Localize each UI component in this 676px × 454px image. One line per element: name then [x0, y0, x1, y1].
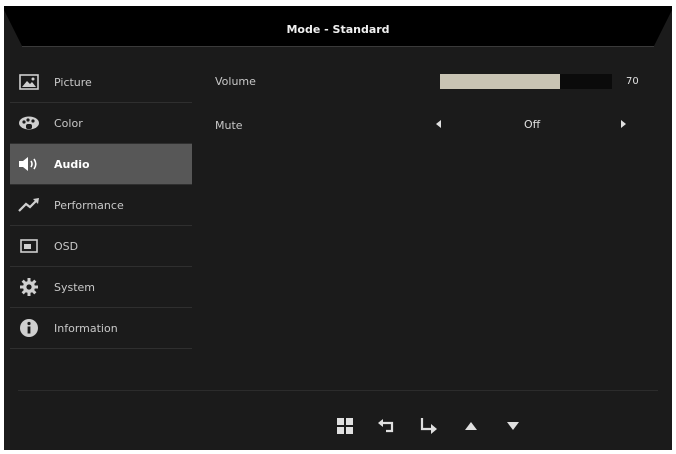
osd-screen-icon — [18, 237, 40, 255]
enter-icon[interactable] — [418, 417, 440, 435]
palette-icon — [18, 114, 40, 132]
picture-icon — [18, 73, 40, 91]
sidebar-item-label: System — [54, 280, 96, 294]
mute-right-arrow-icon[interactable] — [621, 120, 626, 128]
volume-label: Volume — [215, 75, 256, 88]
mute-row[interactable]: Mute — [209, 116, 654, 136]
sidebar-item-information[interactable]: Information — [10, 308, 192, 349]
footer-controls — [334, 416, 544, 436]
down-arrow-icon[interactable] — [502, 417, 524, 435]
up-arrow-icon[interactable] — [460, 417, 482, 435]
osd-window: Mode - Standard Picture Color Audio Perf… — [4, 6, 672, 450]
back-icon[interactable] — [376, 417, 398, 435]
sidebar-menu: Picture Color Audio Performance OSD Syst… — [10, 62, 192, 349]
sidebar-item-color[interactable]: Color — [10, 103, 192, 144]
gear-icon — [18, 278, 40, 296]
mute-value: Off — [524, 118, 541, 131]
sidebar-item-system[interactable]: System — [10, 267, 192, 308]
volume-slider-fill — [440, 74, 561, 89]
volume-value: 70 — [626, 76, 639, 87]
trend-up-icon — [18, 196, 40, 214]
speaker-icon — [18, 155, 40, 173]
mode-title: Mode - Standard — [286, 23, 390, 36]
sidebar-item-label: OSD — [54, 239, 79, 253]
sidebar-item-audio[interactable]: Audio — [10, 144, 192, 185]
sidebar-item-label: Information — [54, 321, 118, 335]
sidebar-item-label: Audio — [54, 157, 90, 171]
sidebar-item-performance[interactable]: Performance — [10, 185, 192, 226]
menu-grid-icon[interactable] — [334, 417, 356, 435]
volume-slider[interactable] — [440, 74, 612, 89]
footer-divider — [18, 390, 658, 391]
sidebar-item-label: Picture — [54, 75, 92, 89]
audio-settings-panel: Volume 70 Mute Off — [209, 62, 654, 382]
info-icon — [18, 319, 40, 337]
sidebar-item-label: Color — [54, 116, 83, 130]
mute-left-arrow-icon[interactable] — [436, 120, 441, 128]
sidebar-item-label: Performance — [54, 198, 124, 212]
header-bar: Mode - Standard — [4, 6, 672, 50]
sidebar-item-picture[interactable]: Picture — [10, 62, 192, 103]
sidebar-item-osd[interactable]: OSD — [10, 226, 192, 267]
mute-label: Mute — [215, 119, 243, 132]
